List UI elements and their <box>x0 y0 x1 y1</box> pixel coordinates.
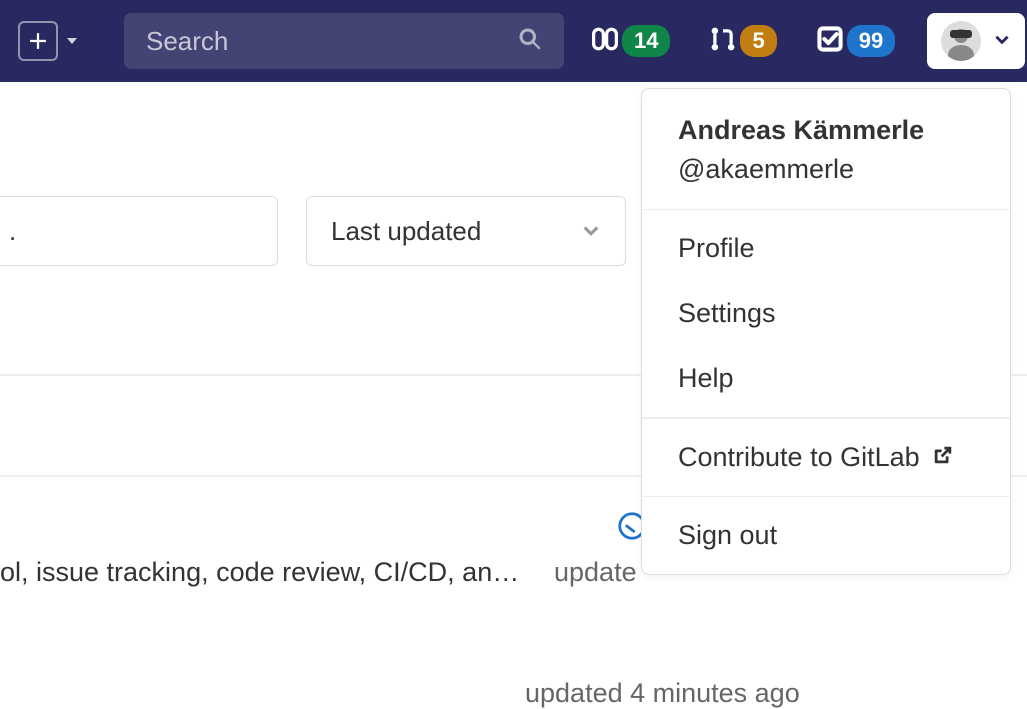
issues-link[interactable]: 14 <box>592 25 670 57</box>
issues-icon <box>592 26 618 57</box>
menu-settings[interactable]: Settings <box>642 281 1010 346</box>
new-item-caret[interactable] <box>64 33 80 49</box>
new-item-group <box>18 21 80 61</box>
user-name: Andreas Kämmerle <box>678 115 974 146</box>
menu-profile[interactable]: Profile <box>642 216 1010 281</box>
filter-row: Last updated <box>0 196 626 266</box>
merge-requests-link[interactable]: 5 <box>710 25 776 57</box>
menu-help[interactable]: Help <box>642 346 1010 411</box>
updated-time: update <box>554 557 637 588</box>
project-description: ol, issue tracking, code review, CI/CD, … <box>0 557 519 588</box>
user-dropdown-menu: Andreas Kämmerle @akaemmerle Profile Set… <box>641 88 1011 575</box>
dropdown-header: Andreas Kämmerle @akaemmerle <box>642 89 1010 210</box>
user-menu-button[interactable] <box>927 13 1025 69</box>
top-navbar: 14 5 99 <box>0 0 1027 82</box>
issues-badge: 14 <box>622 25 670 57</box>
external-link-icon <box>932 442 954 473</box>
new-item-button[interactable] <box>18 21 58 61</box>
menu-contribute[interactable]: Contribute to GitLab <box>642 425 1010 490</box>
user-handle: @akaemmerle <box>678 154 974 185</box>
todos-icon <box>817 26 843 57</box>
chevron-down-icon <box>64 33 80 49</box>
todos-link[interactable]: 99 <box>817 25 895 57</box>
mr-badge: 5 <box>740 25 776 57</box>
sort-label: Last updated <box>331 216 481 247</box>
chevron-down-icon <box>581 216 601 247</box>
menu-contribute-label: Contribute to GitLab <box>678 442 920 473</box>
todos-badge: 99 <box>847 25 895 57</box>
sort-dropdown[interactable]: Last updated <box>306 196 626 266</box>
updated-time: updated 4 minutes ago <box>525 678 800 709</box>
filter-input[interactable] <box>0 196 278 266</box>
search-input[interactable] <box>146 26 518 57</box>
avatar <box>941 21 981 61</box>
chevron-down-icon <box>993 30 1011 53</box>
search-icon <box>518 27 542 56</box>
search-box[interactable] <box>124 13 564 69</box>
plus-icon <box>29 32 47 50</box>
merge-request-icon <box>710 26 736 57</box>
menu-signout[interactable]: Sign out <box>642 503 1010 568</box>
